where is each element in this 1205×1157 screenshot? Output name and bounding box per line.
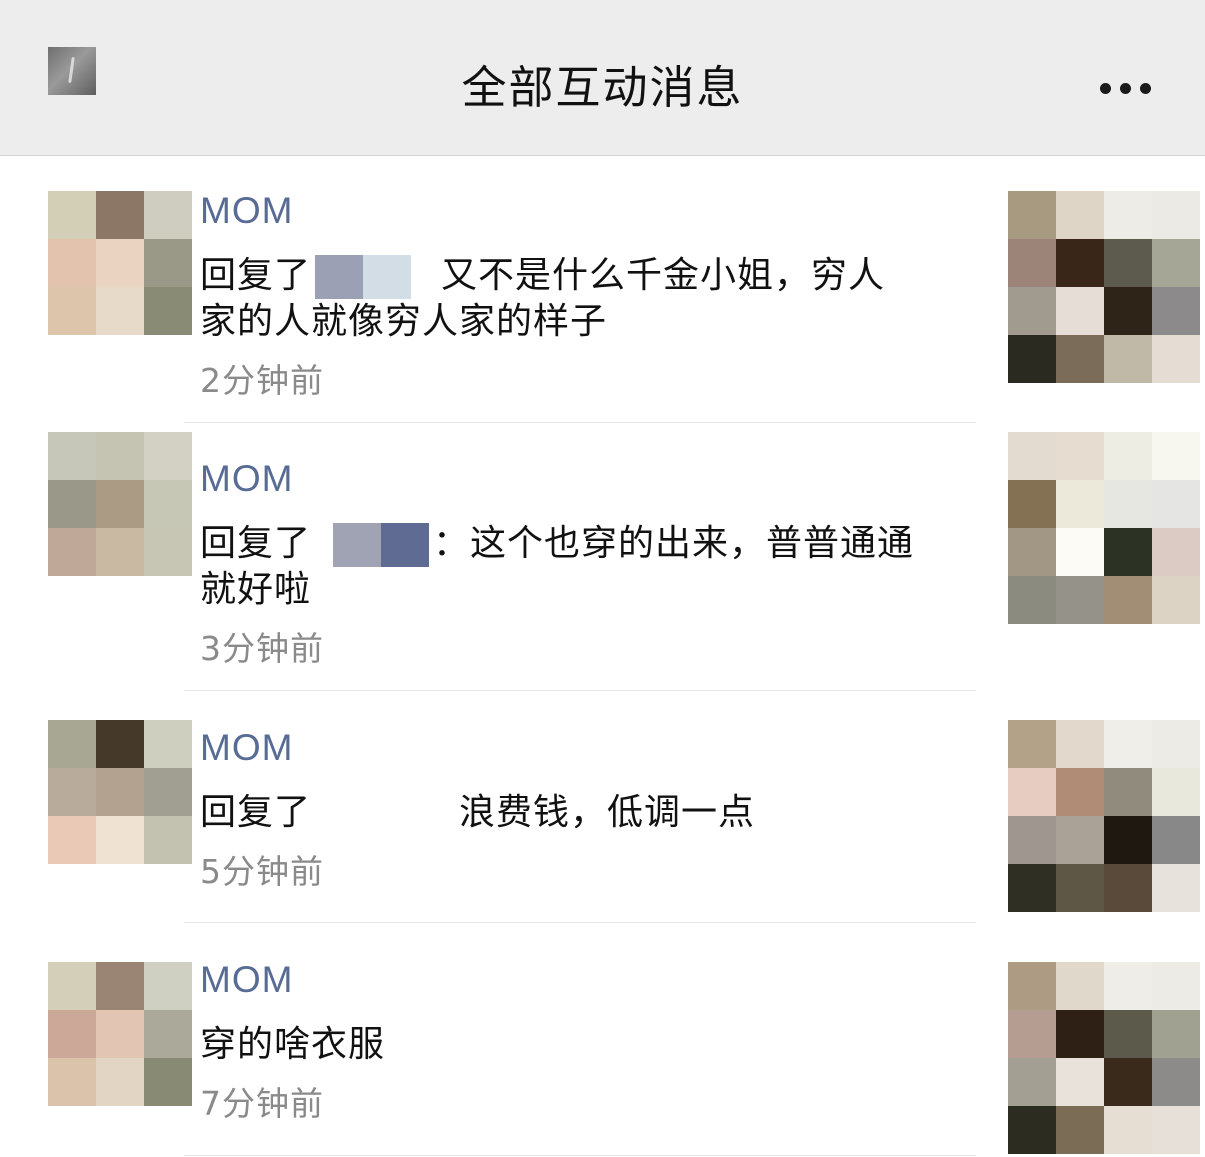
message-text: 回复了 又不是什么千金小姐，穷人 家的人就像穷人家的样子 xyxy=(200,253,960,345)
divider xyxy=(184,422,976,423)
reply-prefix: 回复了 xyxy=(200,792,312,833)
message-text: 回复了 ：这个也穿的出来，普普通通 就好啦 xyxy=(200,521,960,613)
avatar[interactable] xyxy=(48,962,192,1106)
timestamp: 2分钟前 xyxy=(200,361,324,400)
redacted-name xyxy=(315,255,412,299)
list-item[interactable]: MOM 穿的啥衣服 7分钟前 xyxy=(0,924,1205,1157)
message-body-continued: 就好啦 xyxy=(200,569,312,610)
post-thumbnail[interactable] xyxy=(1008,962,1200,1154)
message-text: 穿的啥衣服 xyxy=(200,1024,386,1065)
more-dots-icon[interactable] xyxy=(1096,80,1156,98)
message-body: 浪费钱，低调一点 xyxy=(459,792,756,833)
sender-name[interactable]: MOM xyxy=(200,189,960,233)
divider xyxy=(184,690,976,691)
reply-prefix: 回复了 xyxy=(200,255,312,296)
interaction-messages-page: 全部互动消息 MOM 回复了 又不是什么千金小姐，穷人 家的人就像穷人家的样子 … xyxy=(0,0,1205,1157)
avatar[interactable] xyxy=(48,191,192,335)
divider xyxy=(184,1155,976,1156)
message-body-continued: 家的人就像穷人家的样子 xyxy=(200,301,608,342)
message-list: MOM 回复了 又不是什么千金小姐，穷人 家的人就像穷人家的样子 2分钟前 MO… xyxy=(0,156,1205,1157)
redacted-name xyxy=(333,523,430,567)
timestamp: 5分钟前 xyxy=(200,852,324,891)
sender-name[interactable]: MOM xyxy=(200,958,960,1002)
reply-prefix: 回复了 xyxy=(200,523,312,564)
list-item[interactable]: MOM 回复了 又不是什么千金小姐，穷人 家的人就像穷人家的样子 2分钟前 xyxy=(0,156,1205,424)
list-item[interactable]: MOM 回复了 浪费钱，低调一点 5分钟前 xyxy=(0,692,1205,924)
post-thumbnail[interactable] xyxy=(1008,720,1200,912)
message-body: ：这个也穿的出来，普普通通 xyxy=(433,523,915,564)
list-item[interactable]: MOM 回复了 ：这个也穿的出来，普普通通 就好啦 3分钟前 xyxy=(0,424,1205,692)
divider xyxy=(184,922,976,923)
timestamp: 7分钟前 xyxy=(200,1084,324,1123)
sender-name[interactable]: MOM xyxy=(200,457,960,501)
page-title: 全部互动消息 xyxy=(461,61,744,114)
message-body: 又不是什么千金小姐，穷人 xyxy=(441,255,886,296)
avatar[interactable] xyxy=(48,720,192,864)
navigation-bar: 全部互动消息 xyxy=(0,0,1205,156)
timestamp: 3分钟前 xyxy=(200,629,324,668)
message-text: 回复了 浪费钱，低调一点 xyxy=(200,790,960,836)
post-thumbnail[interactable] xyxy=(1008,191,1200,383)
sender-name[interactable]: MOM xyxy=(200,726,960,770)
post-thumbnail[interactable] xyxy=(1008,432,1200,624)
avatar[interactable] xyxy=(48,432,192,576)
